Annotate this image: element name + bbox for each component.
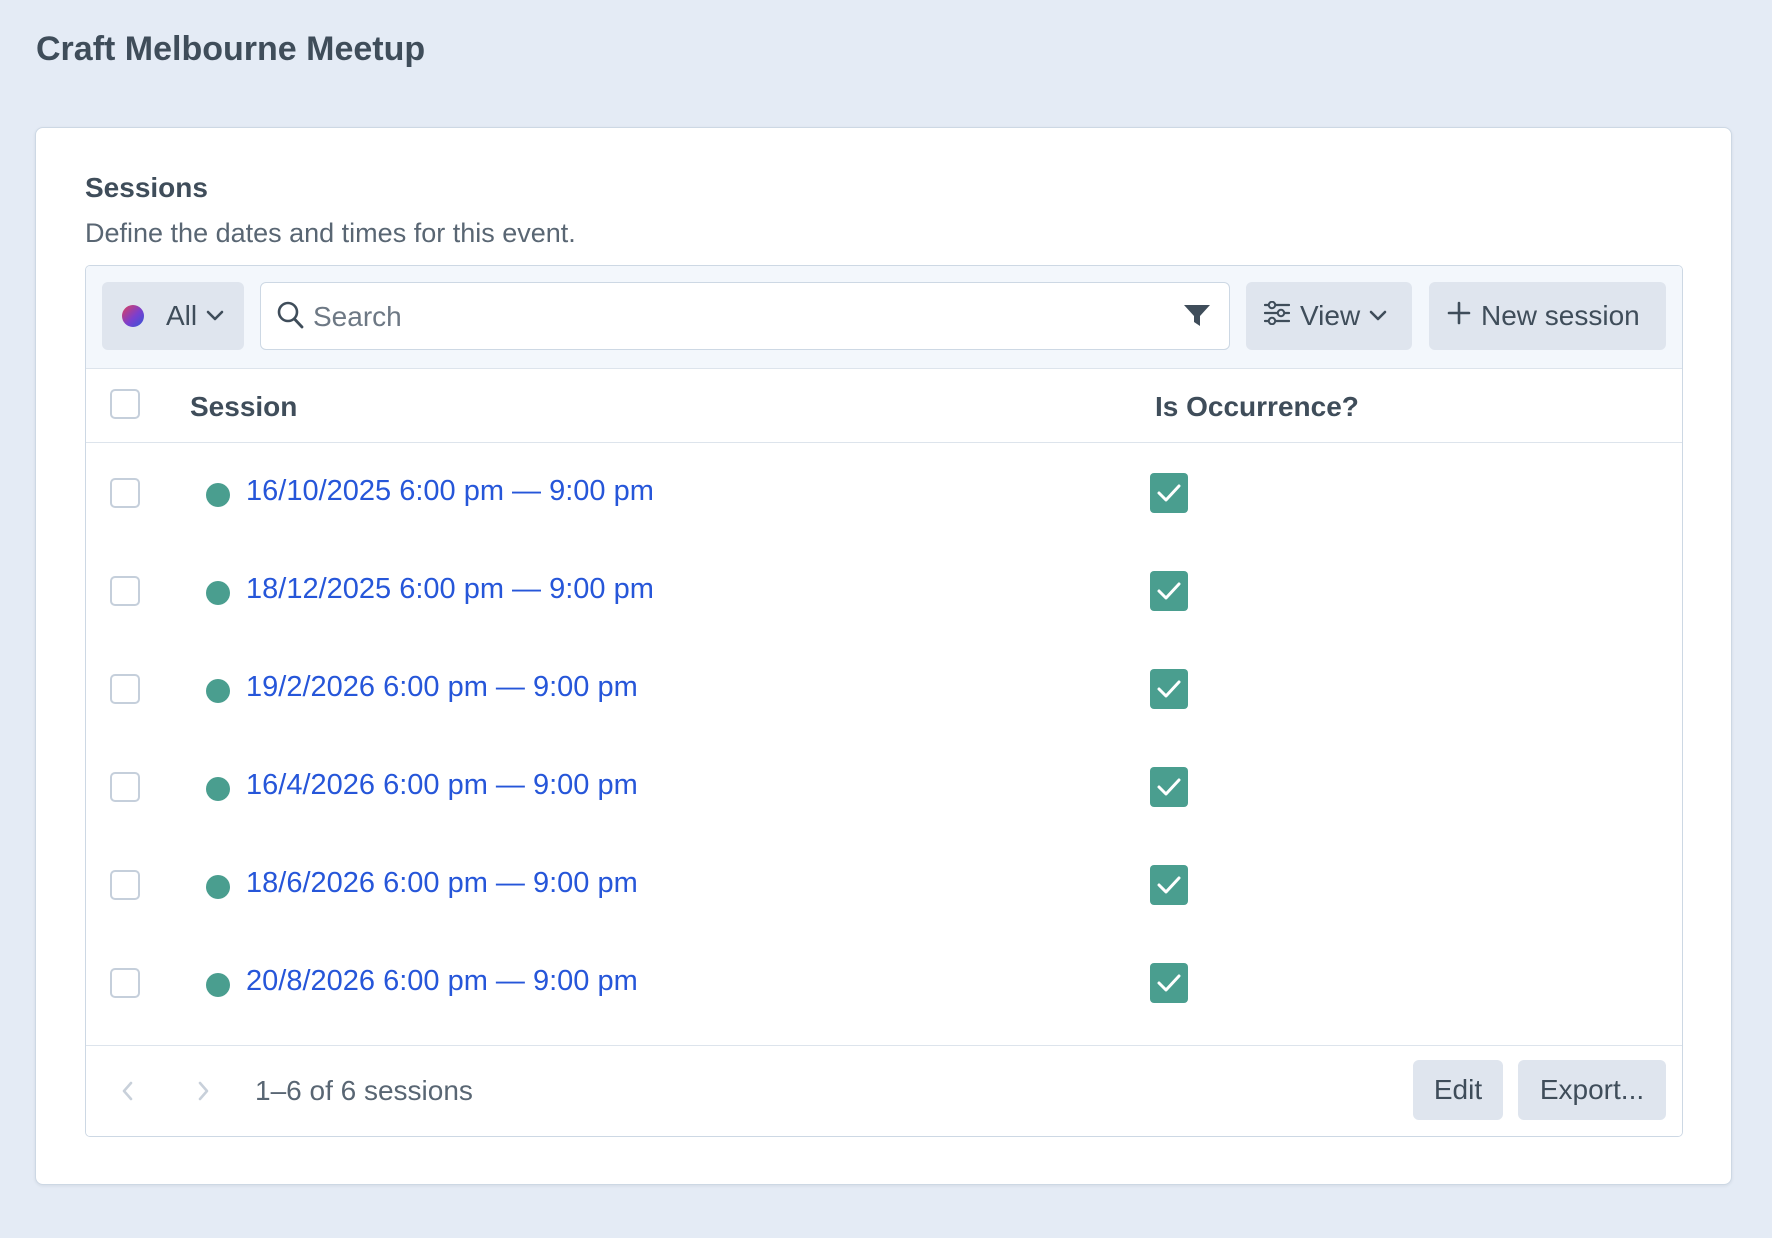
status-indicator [206,875,230,899]
chevron-left-icon[interactable] [120,1080,134,1107]
check-icon [1157,582,1181,600]
export-button[interactable]: Export... [1518,1060,1666,1120]
view-menu-button[interactable]: View [1246,282,1412,350]
search-icon [277,301,305,336]
session-link[interactable]: 16/10/2025 6:00 pm — 9:00 pm [246,475,654,508]
status-all-icon [122,305,144,327]
chevron-right-icon[interactable] [197,1080,211,1107]
table-row: 18/12/2025 6:00 pm — 9:00 pm [86,541,1682,639]
check-icon [1157,974,1181,992]
check-icon [1157,778,1181,796]
column-header-is-occurrence[interactable]: Is Occurrence? [1155,391,1359,423]
session-link[interactable]: 19/2/2026 6:00 pm — 9:00 pm [246,671,638,704]
pagination-count: 1–6 of 6 sessions [255,1075,473,1106]
occurrence-checked [1150,963,1188,1003]
field-instructions: Define the dates and times for this even… [85,218,576,248]
occurrence-checked [1150,473,1188,513]
sessions-field-card: Sessions Define the dates and times for … [35,127,1732,1185]
status-indicator [206,777,230,801]
table-row: 20/8/2026 6:00 pm — 9:00 pm [86,933,1682,1031]
table-row: 16/4/2026 6:00 pm — 9:00 pm [86,737,1682,835]
status-indicator [206,679,230,703]
occurrence-checked [1150,865,1188,905]
sliders-icon [1263,300,1291,332]
session-link[interactable]: 20/8/2026 6:00 pm — 9:00 pm [246,965,638,998]
check-icon [1157,680,1181,698]
session-link[interactable]: 18/12/2025 6:00 pm — 9:00 pm [246,573,654,606]
row-checkbox[interactable] [110,576,140,606]
status-menu-button[interactable]: All [102,282,244,350]
column-header-session[interactable]: Session [190,391,297,423]
status-indicator [206,483,230,507]
table-row: 18/6/2026 6:00 pm — 9:00 pm [86,835,1682,933]
table-header: Session Is Occurrence? [86,369,1682,443]
row-checkbox[interactable] [110,478,140,508]
page-title: Craft Melbourne Meetup [36,30,426,68]
new-session-button[interactable]: New session [1429,282,1666,350]
session-link[interactable]: 18/6/2026 6:00 pm — 9:00 pm [246,867,638,900]
filter-icon[interactable] [1183,303,1211,334]
table-body: 16/10/2025 6:00 pm — 9:00 pm 18/12/2025 … [86,443,1682,1031]
chevron-down-icon [1368,309,1388,323]
plus-icon [1447,300,1471,332]
occurrence-checked [1150,767,1188,807]
row-checkbox[interactable] [110,772,140,802]
status-menu-label: All [166,300,198,331]
check-icon [1157,484,1181,502]
status-indicator [206,581,230,605]
row-checkbox[interactable] [110,674,140,704]
check-icon [1157,876,1181,894]
toolbar: All Search View New session [86,266,1682,369]
chevron-down-icon [205,309,225,323]
occurrence-checked [1150,571,1188,611]
table-row: 16/10/2025 6:00 pm — 9:00 pm [86,443,1682,541]
table-row: 19/2/2026 6:00 pm — 9:00 pm [86,639,1682,737]
table-footer: 1–6 of 6 sessions Edit Export... [86,1045,1682,1136]
occurrence-checked [1150,669,1188,709]
edit-button[interactable]: Edit [1413,1060,1503,1120]
session-link[interactable]: 16/4/2026 6:00 pm — 9:00 pm [246,769,638,802]
select-all-checkbox[interactable] [110,389,140,419]
row-checkbox[interactable] [110,870,140,900]
element-index: All Search View New session Session Is O… [85,265,1683,1137]
new-session-label: New session [1481,300,1640,331]
field-label: Sessions [85,172,208,203]
view-menu-label: View [1300,300,1361,331]
row-checkbox[interactable] [110,968,140,998]
status-indicator [206,973,230,997]
search-box [260,282,1230,350]
search-input[interactable] [311,293,1155,341]
